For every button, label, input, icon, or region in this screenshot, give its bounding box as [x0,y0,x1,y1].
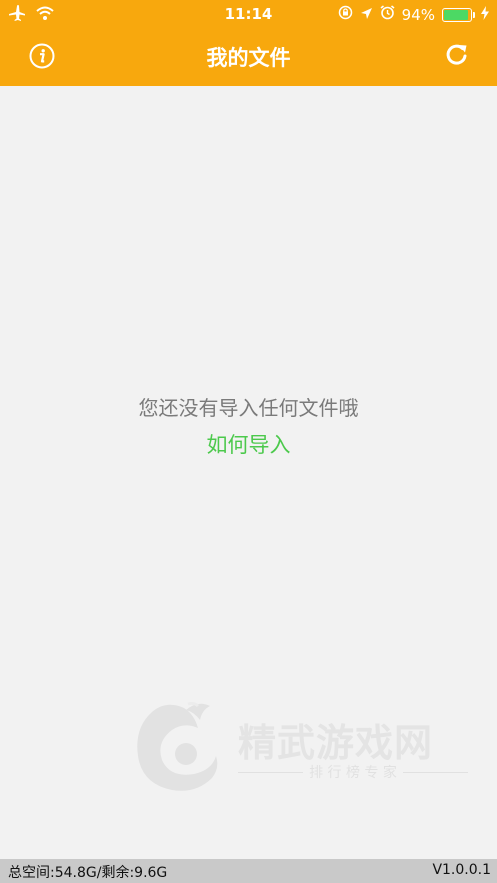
watermark-logo: 精武游戏网 排 行 榜 专 家 [128,698,473,798]
refresh-icon[interactable] [444,42,470,68]
status-right: 94% [338,5,489,24]
app-version: V1.0.0.1 [432,862,491,878]
location-icon [360,6,373,24]
page-title: 我的文件 [206,46,291,70]
battery-level [444,9,469,20]
watermark-divider-right [402,771,468,773]
watermark-subtitle-row: 排 行 榜 专 家 [238,762,468,782]
top-bar: 11:14 94% 我的文件 [0,0,497,86]
status-bar: 11:14 94% [0,0,497,28]
how-to-import-link[interactable]: 如何导入 [0,429,497,459]
watermark-emblem [137,701,218,791]
watermark-title: 精武游戏网 [238,721,434,765]
charging-icon [481,5,489,24]
empty-state-message: 您还没有导入任何文件哦 [138,396,359,420]
storage-info: 总空间:54.8G/剩余:9.6G [8,865,168,881]
watermark-subtitle: 排 行 榜 专 家 [309,765,397,781]
watermark-divider-left [238,771,304,773]
navigation-bar: 我的文件 [0,28,497,86]
orientation-lock-icon [338,5,353,24]
footer-bar: 总空间:54.8G/剩余:9.6G V1.0.0.1 [0,859,497,883]
battery-percent: 94% [401,5,435,24]
alarm-icon [380,5,395,24]
battery-icon [442,7,475,22]
